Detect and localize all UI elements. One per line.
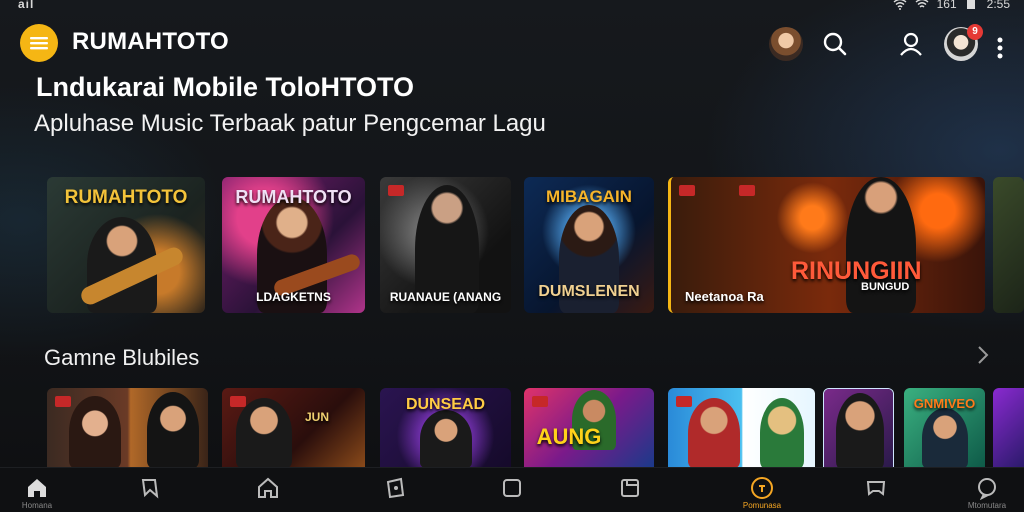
badge-chip [739, 185, 755, 196]
menu-button[interactable] [20, 24, 58, 62]
notification-badge: 9 [967, 24, 983, 40]
status-bar: ail 161 2:55 [0, 0, 1024, 14]
nav-item-copy[interactable] [610, 476, 650, 512]
artist-figure [688, 398, 740, 468]
card-artwork [993, 177, 1024, 313]
search-button[interactable] [821, 30, 849, 58]
wifi-icon [893, 0, 907, 10]
nav-item-bookmark[interactable] [130, 476, 170, 512]
game-card[interactable] [823, 388, 894, 468]
hero-subtitle: Apluhase Music Terbaak patur Pengcemar L… [34, 110, 546, 137]
bottom-navigation: Homana Pomunasa Mtomutara [0, 467, 1024, 512]
nav-item-home[interactable]: Homana [17, 476, 57, 512]
badge-chip [55, 396, 71, 407]
nav-item-tablet[interactable] [375, 476, 415, 512]
app-title: RUMAHTOTO [72, 28, 229, 55]
artist-figure [420, 410, 472, 468]
card-title: AUNG [536, 424, 602, 449]
home-icon [28, 479, 46, 497]
nav-label: Homana [21, 501, 53, 510]
tablet-icon [386, 477, 405, 499]
artist-figure [836, 393, 884, 467]
featured-card[interactable]: MIBAGAIN DUMSLENEN [524, 177, 654, 313]
badge-chip [388, 185, 404, 196]
game-card[interactable] [47, 388, 208, 468]
status-icons: 161 2:55 [893, 0, 1010, 11]
square-icon [503, 479, 521, 497]
card-title: RUMAHTOTO [235, 187, 352, 207]
artist-figure [922, 408, 968, 468]
status-time: 2:55 [986, 0, 1010, 11]
artist-figure [69, 396, 121, 468]
section-title: Gamne Blubiles [44, 345, 200, 370]
featured-card-partial[interactable] [993, 177, 1024, 313]
badge-chip [532, 396, 548, 407]
card-title: DUNSEAD [405, 396, 486, 413]
profile-icon [900, 32, 922, 56]
gamepad-icon [866, 481, 886, 496]
nav-item-square[interactable] [492, 476, 532, 512]
more-options-button[interactable] [990, 34, 1010, 62]
home-outline-icon [258, 477, 278, 498]
game-card[interactable]: AUNG [524, 388, 654, 468]
card-caption: RUANAUE (ANANG [389, 290, 502, 304]
card-caption: Neetanoa Ra [685, 289, 764, 304]
user-avatar[interactable] [769, 27, 803, 61]
hero-title: Lndukarai Mobile TolоHTOTO [36, 72, 415, 102]
game-card-partial[interactable] [993, 388, 1024, 468]
card-title: RUMAHTOTO [64, 187, 188, 208]
nav-label: Pomunasa [742, 501, 782, 510]
game-card[interactable]: JUN [222, 388, 365, 468]
badge-chip [230, 396, 246, 407]
bookmark-icon [141, 479, 159, 499]
card-caption: DUMSLENEN [538, 283, 640, 300]
featured-card-wide[interactable]: RINUNGIIN BUNGUD Neetanoa Ra [668, 177, 985, 313]
cartoon-figure [760, 398, 804, 468]
featured-card[interactable]: RUMAHTOTO LDAGKETNS [222, 177, 365, 313]
search-icon [823, 32, 847, 56]
copy-icon [621, 479, 639, 497]
nav-item-target[interactable]: Pomunasa [742, 476, 782, 512]
featured-card[interactable]: RUMAHTOTO [47, 177, 205, 313]
nav-item-gamepad[interactable] [856, 476, 896, 512]
signal-indicator: ail [18, 0, 35, 11]
hamburger-icon [30, 37, 48, 50]
profile-button[interactable] [897, 30, 925, 58]
badge-chip [676, 396, 692, 407]
featured-card[interactable]: RUANAUE (ANANG [380, 177, 511, 313]
app-header: RUMAHTOTO 9 [0, 22, 1024, 62]
section-see-more-button[interactable] [972, 343, 994, 367]
nav-item-home-outline[interactable] [248, 476, 288, 512]
wifi-alt-icon [915, 0, 929, 8]
card-caption: LDAGKETNS [256, 290, 331, 304]
card-title: JUN [304, 410, 329, 424]
chat-icon [978, 478, 996, 500]
target-icon [751, 477, 773, 499]
card-title: GNMIVEO [913, 396, 976, 411]
game-card[interactable]: DUNSEAD [380, 388, 511, 468]
chevron-right-icon [978, 346, 989, 364]
artist-figure [236, 398, 292, 468]
artist-figure [147, 392, 199, 468]
game-card[interactable] [668, 388, 815, 468]
nav-label: Mtomutara [967, 501, 1007, 510]
card-artwork [993, 388, 1024, 468]
game-card[interactable]: GNMIVEO [904, 388, 985, 468]
status-text: 161 [936, 0, 957, 11]
more-vertical-icon [997, 37, 1003, 59]
nav-item-chat[interactable]: Mtomutara [967, 476, 1007, 512]
badge-chip [679, 185, 695, 196]
card-title: MIBAGAIN [546, 187, 632, 206]
battery-icon [966, 0, 975, 9]
card-subtitle: BUNGUD [861, 281, 910, 293]
